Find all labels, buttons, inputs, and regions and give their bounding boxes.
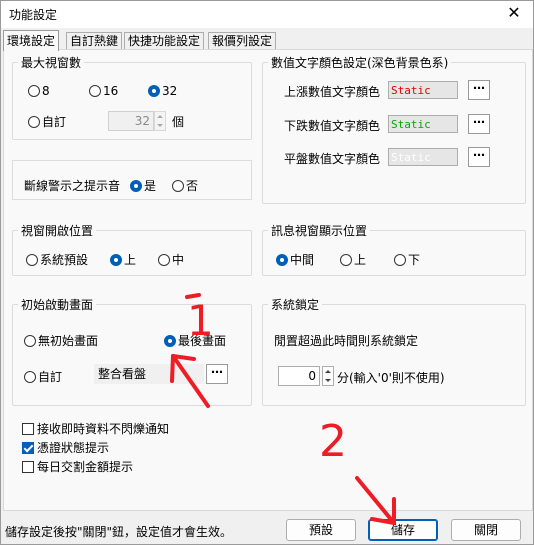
flat-color-browse-button[interactable]: ⋯ xyxy=(468,147,490,167)
radio-message-top[interactable]: 上 xyxy=(340,251,366,268)
radio-startup-last[interactable]: 最後畫面 xyxy=(164,332,226,349)
idle-minutes-stepper[interactable] xyxy=(322,366,334,386)
startup-browse-button[interactable]: ⋯ xyxy=(206,364,228,384)
group-message-position-legend: 訊息視窗顯示位置 xyxy=(271,224,368,238)
idle-minutes-input[interactable]: 0 xyxy=(278,366,320,386)
checkbox-daily-settlement[interactable]: 每日交割金額提示 xyxy=(22,458,133,475)
group-system-lock: 系統鎖定 xyxy=(262,296,526,406)
flat-color-sample: Static xyxy=(388,148,458,166)
group-system-lock-legend: 系統鎖定 xyxy=(271,298,320,312)
rise-color-browse-button[interactable]: ⋯ xyxy=(468,80,490,100)
custom-max-windows-stepper[interactable] xyxy=(154,111,166,131)
radio-disconnect-no[interactable]: 否 xyxy=(172,177,198,194)
window-title: 功能設定 xyxy=(9,8,58,22)
radio-message-bottom[interactable]: 下 xyxy=(394,251,420,268)
rise-color-label: 上漲數值文字顏色 xyxy=(284,85,381,99)
radio-max-custom[interactable]: 自訂 xyxy=(28,113,66,130)
radio-position-center[interactable]: 中 xyxy=(158,251,184,268)
fall-color-label: 下跌數值文字顏色 xyxy=(284,119,381,133)
max-windows-unit: 個 xyxy=(172,115,185,129)
status-message: 儲存設定後按"關閉"鈕，設定值才會生效。 xyxy=(5,525,233,539)
custom-max-windows-input[interactable]: 32 xyxy=(108,111,154,131)
tab-environment[interactable]: 環境設定 xyxy=(3,30,60,51)
rise-color-sample: Static xyxy=(388,81,458,99)
radio-position-top[interactable]: 上 xyxy=(110,251,136,268)
group-startup-screen-legend: 初始啟動畫面 xyxy=(21,298,94,312)
radio-startup-none[interactable]: 無初始畫面 xyxy=(24,332,98,349)
tab-shortcut-settings[interactable]: 快捷功能設定 xyxy=(124,32,205,50)
idle-minutes-hint: 分(輸入'0'則不使用) xyxy=(337,371,445,385)
startup-custom-select[interactable]: 整合看盤 xyxy=(94,364,204,384)
radio-max-16[interactable]: 16 xyxy=(89,84,118,98)
tab-quote-bar-settings[interactable]: 報價列設定 xyxy=(208,32,277,50)
tab-custom-hotkeys[interactable]: 自訂熱鍵 xyxy=(66,32,123,50)
tab-panel-environment: 最大視窗數 8 16 32 自訂 32 個 斷線警示之提示音 是 否 視窗開啟位… xyxy=(3,49,533,511)
checkbox-cert-status[interactable]: 憑證狀態提示 xyxy=(22,439,109,456)
radio-position-system-default[interactable]: 系統預設 xyxy=(26,251,88,268)
close-icon[interactable]: ✕ xyxy=(503,3,525,22)
disconnect-alert-label: 斷線警示之提示音 xyxy=(24,179,121,193)
close-button[interactable]: 關閉 xyxy=(451,519,521,541)
radio-startup-custom[interactable]: 自訂 xyxy=(24,368,62,385)
radio-max-8[interactable]: 8 xyxy=(28,84,50,98)
group-text-colors-legend: 數值文字顏色設定(深色背景色系) xyxy=(271,56,449,70)
group-max-windows-legend: 最大視窗數 xyxy=(21,56,82,70)
default-button[interactable]: 預設 xyxy=(286,519,356,541)
fall-color-browse-button[interactable]: ⋯ xyxy=(468,114,490,134)
title-bar: 功能設定 ✕ xyxy=(1,1,533,28)
group-startup-screen: 初始啟動畫面 xyxy=(12,296,252,406)
settings-window: 功能設定 ✕ 環境設定 自訂熱鍵 快捷功能設定 報價列設定 最大視窗數 8 16… xyxy=(0,0,534,545)
group-window-open-position-legend: 視窗開啟位置 xyxy=(21,224,94,238)
system-lock-description: 閒置超過此時間則系統鎖定 xyxy=(274,334,419,348)
radio-disconnect-yes[interactable]: 是 xyxy=(130,177,156,194)
save-button[interactable]: 儲存 xyxy=(368,519,438,541)
flat-color-label: 平盤數值文字顏色 xyxy=(284,152,381,166)
radio-message-center[interactable]: 中間 xyxy=(276,251,314,268)
checkbox-no-flash-notify[interactable]: 接收即時資料不閃爍通知 xyxy=(22,420,169,437)
radio-max-32[interactable]: 32 xyxy=(148,84,177,98)
fall-color-sample: Static xyxy=(388,115,458,133)
